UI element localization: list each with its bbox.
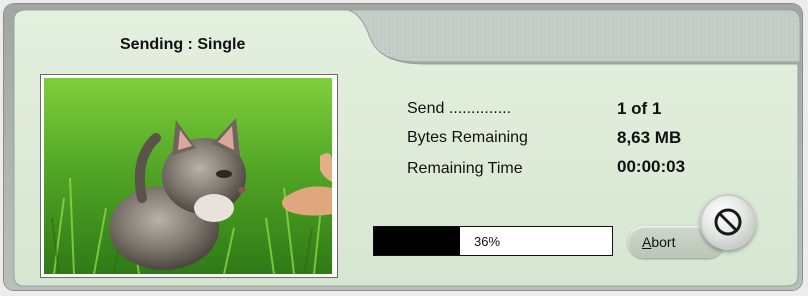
remaining-time-value: 00:00:03 <box>617 157 686 176</box>
header-tab <box>348 9 801 63</box>
no-entry-icon <box>714 208 742 236</box>
thumbnail-frame <box>40 74 338 278</box>
abort-label-rest: bort <box>651 234 676 250</box>
send-value: 1 of 1 <box>617 99 662 118</box>
bytes-remaining-value: 8,63 MB <box>617 128 682 147</box>
progress-percent: 36% <box>474 234 501 249</box>
abort-accelerator: A <box>642 234 652 250</box>
kitten-image <box>44 78 332 274</box>
abort-button-label[interactable]: Abort <box>642 234 675 250</box>
send-label: Send .............. <box>407 100 512 117</box>
progress-bar: 36% <box>373 226 613 256</box>
progress-fill <box>374 227 460 255</box>
dialog-title: Sending : Single <box>120 36 246 53</box>
remaining-time-label: Remaining Time <box>407 160 523 177</box>
bytes-remaining-label: Bytes Remaining <box>407 129 528 146</box>
abort-button[interactable] <box>700 194 756 250</box>
